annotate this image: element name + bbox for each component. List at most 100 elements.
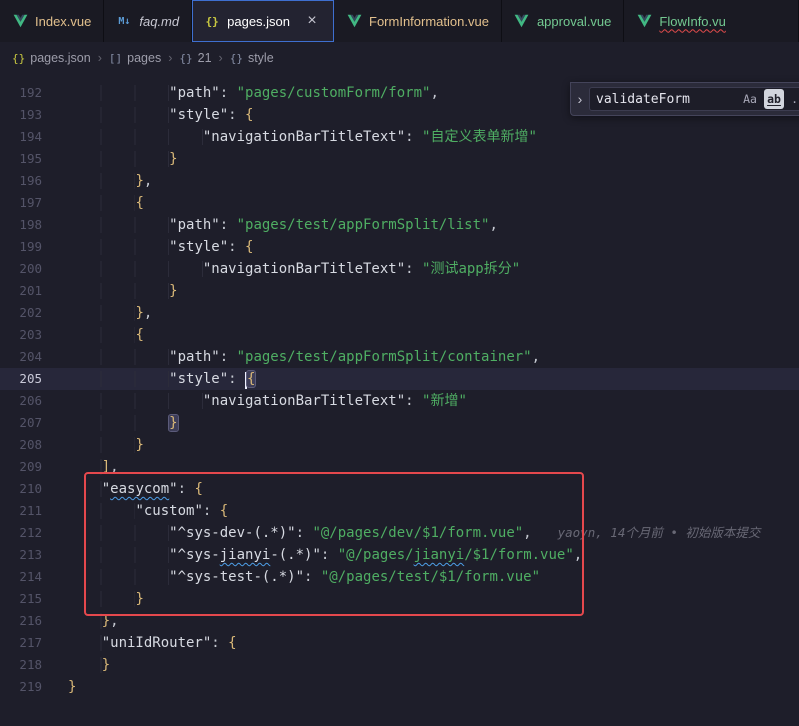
code-line-194[interactable]: 194 "navigationBarTitleText": "自定义表单新增" xyxy=(0,126,799,148)
tab-index-vue[interactable]: Index.vue xyxy=(0,0,104,42)
line-content: } xyxy=(68,654,799,676)
breadcrumb-separator: › xyxy=(219,51,223,65)
code-line-205[interactable]: 205 "style": { xyxy=(0,368,799,390)
line-content: } xyxy=(68,588,799,610)
breadcrumb-item-style[interactable]: {}style xyxy=(230,51,274,65)
line-content: "^sys-jianyi-(.*)": "@/pages/jianyi/$1/f… xyxy=(68,544,799,566)
line-content: }, xyxy=(68,170,799,192)
close-icon[interactable]: × xyxy=(303,12,321,30)
line-number: 202 xyxy=(0,302,42,324)
code-line-200[interactable]: 200 "navigationBarTitleText": "测试app拆分" xyxy=(0,258,799,280)
code-line-218[interactable]: 218 } xyxy=(0,654,799,676)
object-symbol-icon: {} xyxy=(230,52,243,65)
line-content: "^sys-test-(.*)": "@/pages/test/$1/form.… xyxy=(68,566,799,588)
find-input[interactable]: validateForm Aaab.* xyxy=(589,87,799,111)
code-line-201[interactable]: 201 } xyxy=(0,280,799,302)
code-line-217[interactable]: 217 "uniIdRouter": { xyxy=(0,632,799,654)
breadcrumb-item-pages[interactable]: []pages xyxy=(109,51,161,65)
line-number: 197 xyxy=(0,192,42,214)
line-content: "navigationBarTitleText": "测试app拆分" xyxy=(68,258,799,280)
tab-flowinfo-vu[interactable]: FlowInfo.vu xyxy=(624,0,799,42)
code-line-211[interactable]: 211 "custom": { xyxy=(0,500,799,522)
code-line-212[interactable]: 212 "^sys-dev-(.*)": "@/pages/dev/$1/for… xyxy=(0,522,799,544)
tab-label: FormInformation.vue xyxy=(369,14,489,29)
editor-pane[interactable]: 192 "path": "pages/customForm/form",193 … xyxy=(0,74,799,726)
json-braces-icon: {} xyxy=(204,13,220,29)
tab-pages-json[interactable]: {} pages.json × xyxy=(192,0,334,42)
vue-icon xyxy=(346,13,362,29)
line-content: } xyxy=(68,412,799,434)
line-number: 209 xyxy=(0,456,42,478)
line-content: "uniIdRouter": { xyxy=(68,632,799,654)
code-line-204[interactable]: 204 "path": "pages/test/appFormSplit/con… xyxy=(0,346,799,368)
code-line-208[interactable]: 208 } xyxy=(0,434,799,456)
code-line-210[interactable]: 210 "easycom": { xyxy=(0,478,799,500)
code-line-216[interactable]: 216 }, xyxy=(0,610,799,632)
line-content: { xyxy=(68,324,799,346)
breadcrumb-separator: › xyxy=(168,51,172,65)
line-number: 196 xyxy=(0,170,42,192)
line-content: "style": { xyxy=(68,236,799,258)
line-content: { xyxy=(68,192,799,214)
tab-faq-md[interactable]: M↓faq.md xyxy=(104,0,192,42)
line-number: 204 xyxy=(0,346,42,368)
line-number: 219 xyxy=(0,676,42,698)
line-number: 217 xyxy=(0,632,42,654)
line-content: "easycom": { xyxy=(68,478,799,500)
line-content: "path": "pages/test/appFormSplit/list", xyxy=(68,214,799,236)
code-line-207[interactable]: 207 } xyxy=(0,412,799,434)
line-content: "navigationBarTitleText": "自定义表单新增" xyxy=(68,126,799,148)
line-content: "navigationBarTitleText": "新增" xyxy=(68,390,799,412)
tab-forminformation-vue[interactable]: FormInformation.vue xyxy=(334,0,502,42)
code-line-202[interactable]: 202 }, xyxy=(0,302,799,324)
array-symbol-icon: [] xyxy=(109,52,122,65)
code-line-203[interactable]: 203 { xyxy=(0,324,799,346)
regex-toggle-icon[interactable]: .* xyxy=(788,89,799,109)
breadcrumb-item-pages.json[interactable]: {}pages.json xyxy=(12,51,91,65)
code-line-196[interactable]: 196 }, xyxy=(0,170,799,192)
code-line-209[interactable]: 209 ], xyxy=(0,456,799,478)
code-line-215[interactable]: 215 } xyxy=(0,588,799,610)
code-line-213[interactable]: 213 "^sys-jianyi-(.*)": "@/pages/jianyi/… xyxy=(0,544,799,566)
code-line-197[interactable]: 197 { xyxy=(0,192,799,214)
tab-label: approval.vue xyxy=(537,14,611,29)
vue-icon xyxy=(636,13,652,29)
line-number: 199 xyxy=(0,236,42,258)
whole-word-toggle-icon[interactable]: ab xyxy=(764,89,784,109)
code-line-198[interactable]: 198 "path": "pages/test/appFormSplit/lis… xyxy=(0,214,799,236)
tab-approval-vue[interactable]: approval.vue xyxy=(502,0,624,42)
code-area[interactable]: 192 "path": "pages/customForm/form",193 … xyxy=(0,74,799,698)
line-number: 194 xyxy=(0,126,42,148)
vue-icon xyxy=(514,13,530,29)
git-blame-annotation: yaoyn, 14个月前 • 初始版本提交 xyxy=(558,525,761,540)
line-content: ], xyxy=(68,456,799,478)
file-symbol-icon: {} xyxy=(12,52,25,65)
line-content: }, xyxy=(68,302,799,324)
line-content: "custom": { xyxy=(68,500,799,522)
code-line-199[interactable]: 199 "style": { xyxy=(0,236,799,258)
code-line-214[interactable]: 214 "^sys-test-(.*)": "@/pages/test/$1/f… xyxy=(0,566,799,588)
code-line-206[interactable]: 206 "navigationBarTitleText": "新增" xyxy=(0,390,799,412)
line-number: 201 xyxy=(0,280,42,302)
breadcrumb-item-21[interactable]: {} 21 xyxy=(179,51,211,65)
breadcrumb-label: 21 xyxy=(198,51,212,65)
tab-label: pages.json xyxy=(227,14,290,29)
line-content: } xyxy=(68,280,799,302)
find-expand-chevron-icon[interactable]: › xyxy=(571,83,589,115)
object-symbol-icon: {} xyxy=(179,52,192,65)
line-number: 216 xyxy=(0,610,42,632)
line-content: "^sys-dev-(.*)": "@/pages/dev/$1/form.vu… xyxy=(68,522,799,544)
match-case-toggle-icon[interactable]: Aa xyxy=(740,89,760,109)
tab-label: faq.md xyxy=(139,14,179,29)
line-number: 213 xyxy=(0,544,42,566)
tab-bar: Index.vueM↓faq.md {} pages.json × FormInform… xyxy=(0,0,799,42)
line-content: "path": "pages/test/appFormSplit/contain… xyxy=(68,346,799,368)
line-number: 203 xyxy=(0,324,42,346)
breadcrumb: {}pages.json›[]pages›{}21›{}style xyxy=(0,42,799,74)
tab-label: FlowInfo.vu xyxy=(659,14,725,29)
vue-icon xyxy=(12,13,28,29)
line-content: } xyxy=(68,148,799,170)
code-line-195[interactable]: 195 } xyxy=(0,148,799,170)
line-content: } xyxy=(68,434,799,456)
code-line-219[interactable]: 219} xyxy=(0,676,799,698)
